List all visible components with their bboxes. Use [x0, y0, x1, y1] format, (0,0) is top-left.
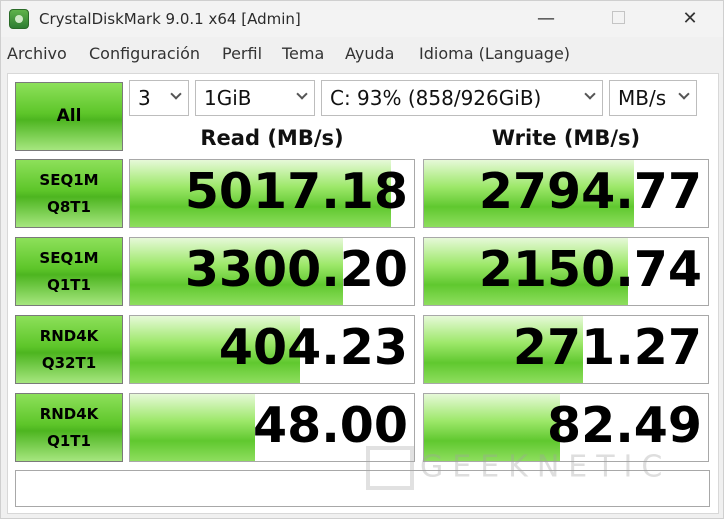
read-result-seq1m-q1t1: 3300.20 [129, 237, 415, 306]
chevron-down-icon [678, 88, 690, 100]
test-count-value: 3 [138, 86, 151, 110]
title-bar: CrystalDiskMark 9.0.1 x64 [Admin] — ✕ [1, 1, 723, 37]
benchmark-panel: All 3 1GiB C: 93% (858/926GiB) MB/s Read… [7, 73, 719, 514]
test-button-seq1m-q8t1[interactable]: SEQ1M Q8T1 [15, 159, 123, 228]
menu-tema[interactable]: Tema [282, 44, 324, 63]
watermark-text: GEEKNETIC [420, 449, 672, 485]
test-button-seq1m-q1t1[interactable]: SEQ1M Q1T1 [15, 237, 123, 306]
test-label-line1: RND4K [39, 405, 99, 424]
write-value: 2150.74 [478, 241, 702, 298]
unit-value: MB/s [618, 86, 667, 110]
all-button[interactable]: All [15, 82, 123, 151]
write-value: 271.27 [512, 319, 702, 376]
app-window: CrystalDiskMark 9.0.1 x64 [Admin] — ✕ Ar… [0, 0, 724, 519]
drive-value: C: 93% (858/926GiB) [330, 86, 542, 110]
drive-select[interactable]: C: 93% (858/926GiB) [321, 80, 603, 116]
menu-bar: Archivo Configuración Perfil Tema Ayuda … [1, 39, 723, 67]
read-value: 404.23 [218, 319, 408, 376]
read-result-rnd4k-q32t1: 404.23 [129, 315, 415, 384]
test-button-rnd4k-q32t1[interactable]: RND4K Q32T1 [15, 315, 123, 384]
test-label-line1: RND4K [39, 327, 99, 346]
read-value: 3300.20 [184, 241, 408, 298]
write-result-rnd4k-q32t1: 271.27 [423, 315, 709, 384]
test-label-line2: Q32T1 [41, 353, 97, 372]
test-label-line2: Q1T1 [47, 431, 91, 450]
chevron-down-icon [170, 88, 182, 100]
watermark-logo-icon [366, 446, 414, 490]
menu-ayuda[interactable]: Ayuda [345, 44, 394, 63]
read-result-seq1m-q8t1: 5017.18 [129, 159, 415, 228]
test-size-select[interactable]: 1GiB [195, 80, 315, 116]
unit-select[interactable]: MB/s [609, 80, 697, 116]
test-count-select[interactable]: 3 [129, 80, 189, 116]
test-label-line1: SEQ1M [39, 249, 99, 268]
watermark: GEEKNETIC [366, 446, 671, 490]
window-title: CrystalDiskMark 9.0.1 x64 [Admin] [39, 10, 301, 28]
test-label-line1: SEQ1M [39, 171, 99, 190]
crystaldiskmark-icon [9, 9, 29, 29]
test-button-rnd4k-q1t1[interactable]: RND4K Q1T1 [15, 393, 123, 462]
test-label-line2: Q8T1 [47, 197, 91, 216]
test-size-value: 1GiB [204, 86, 252, 110]
menu-perfil[interactable]: Perfil [222, 44, 262, 63]
read-bar-fill [130, 394, 255, 461]
menu-archivo[interactable]: Archivo [7, 44, 67, 63]
minimize-button[interactable]: — [523, 1, 569, 37]
menu-idioma[interactable]: Idioma (Language) [419, 44, 570, 63]
maximize-icon [611, 11, 625, 24]
write-value: 2794.77 [478, 163, 702, 220]
maximize-button[interactable] [595, 1, 641, 37]
write-header: Write (MB/s) [491, 126, 641, 150]
write-result-seq1m-q8t1: 2794.77 [423, 159, 709, 228]
menu-configuracion[interactable]: Configuración [89, 44, 200, 63]
write-result-seq1m-q1t1: 2150.74 [423, 237, 709, 306]
chevron-down-icon [296, 88, 308, 100]
read-value: 5017.18 [184, 163, 408, 220]
close-button[interactable]: ✕ [667, 1, 713, 37]
test-label-line2: Q1T1 [47, 275, 91, 294]
chevron-down-icon [584, 88, 596, 100]
read-header: Read (MB/s) [200, 126, 344, 150]
